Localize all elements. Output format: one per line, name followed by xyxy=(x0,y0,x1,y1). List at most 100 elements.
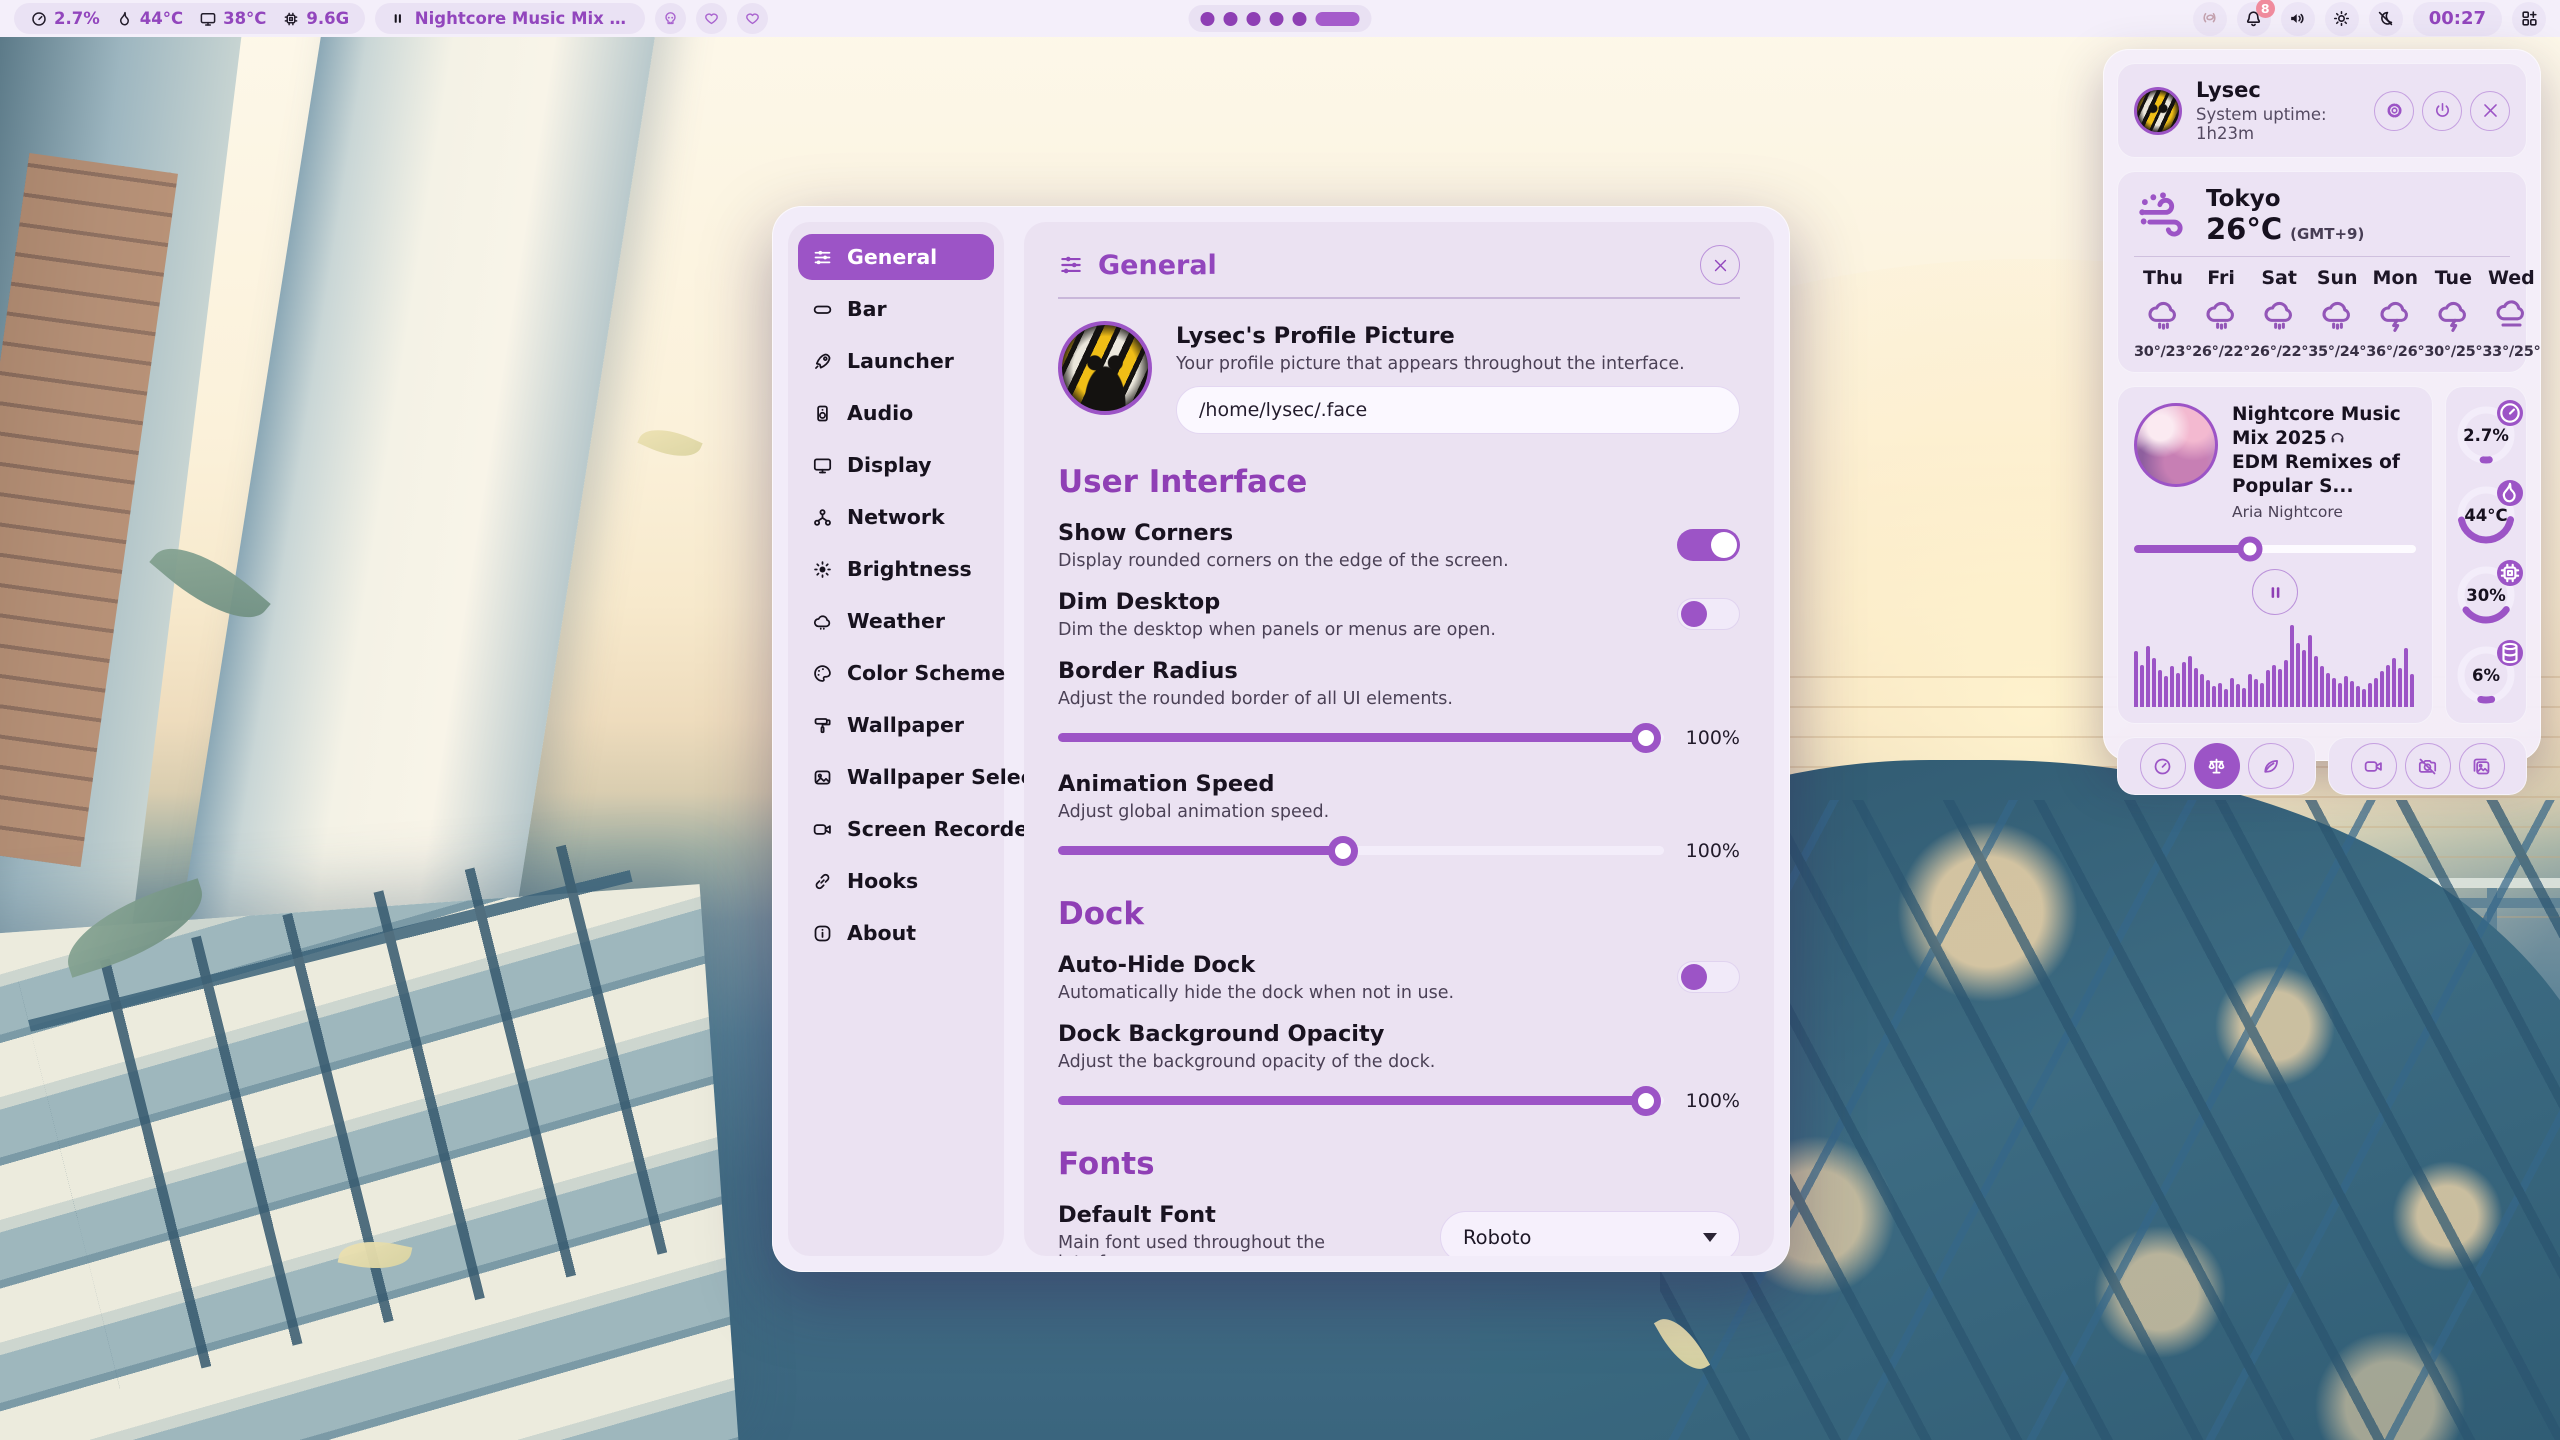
avatar[interactable] xyxy=(2134,87,2182,135)
forecast-day-label: Thu xyxy=(2143,267,2183,289)
close-button[interactable] xyxy=(1700,245,1740,285)
forecast-temps: 30°/23° xyxy=(2134,344,2192,360)
weather-forecast: Thu30°/23°Fri26°/22°Sat26°/22°Sun35°/24°… xyxy=(2134,267,2510,360)
notifications-button[interactable]: 8 xyxy=(2237,2,2271,36)
workspace-dot[interactable] xyxy=(1247,12,1261,26)
setting-text: Default FontMain font used throughout th… xyxy=(1058,1202,1440,1257)
heart-button[interactable] xyxy=(737,3,768,34)
settings-sections: User InterfaceShow CornersDisplay rounde… xyxy=(1058,464,1740,1257)
monitor-icon xyxy=(199,10,217,28)
pause-button[interactable] xyxy=(2252,569,2298,615)
sidebar-item-weather[interactable]: Weather xyxy=(798,598,994,644)
slider-knob[interactable] xyxy=(1328,836,1358,866)
viz-bar xyxy=(2230,678,2234,708)
gauge-chip: 30% xyxy=(2455,564,2517,626)
night-light-button[interactable] xyxy=(2369,2,2403,36)
forecast-temps: 30°/25° xyxy=(2424,344,2482,360)
viz-bar xyxy=(2170,666,2174,707)
profile-leaf-button[interactable] xyxy=(2248,743,2294,789)
rain-cloud-icon xyxy=(2145,298,2182,335)
system-gauges-card: 2.7%44°C30%6% xyxy=(2445,386,2527,724)
sidebar-item-color-scheme[interactable]: Color Scheme xyxy=(798,650,994,696)
sidebar-item-label: Wallpaper xyxy=(847,713,964,737)
slider-knob[interactable] xyxy=(1631,723,1661,753)
slider-row: 100% xyxy=(1058,1086,1740,1116)
weather-card: Tokyo 26°C (GMT+9) Thu30°/23°Fri26°/22°S… xyxy=(2117,171,2527,373)
album-art[interactable] xyxy=(2134,403,2218,487)
workspace-dot[interactable] xyxy=(1270,12,1284,26)
rocket-icon xyxy=(812,351,833,372)
volume-button[interactable] xyxy=(2281,2,2315,36)
camera-off-button[interactable] xyxy=(2405,743,2451,789)
workspace-dot[interactable] xyxy=(1224,12,1238,26)
slider[interactable] xyxy=(1058,733,1664,742)
slider[interactable] xyxy=(1058,846,1664,855)
gauge-database: 6% xyxy=(2455,644,2517,706)
brightness-button[interactable] xyxy=(2325,2,2359,36)
sidebar-item-label: Screen Recorder xyxy=(847,817,1038,841)
sidebar-item-wallpaper[interactable]: Wallpaper xyxy=(798,702,994,748)
storm-cloud-icon xyxy=(2377,298,2414,335)
music-player-card: Nightcore Music Mix 2025 EDM Remixes of … xyxy=(2117,386,2433,724)
setting-text: Dim DesktopDim the desktop when panels o… xyxy=(1058,589,1677,640)
setting-label: Border Radius xyxy=(1058,658,1740,684)
font-select[interactable]: Roboto xyxy=(1440,1211,1740,1256)
power-button[interactable] xyxy=(2422,91,2462,131)
section-title: Dock xyxy=(1058,896,1740,934)
sidebar-item-label: Network xyxy=(847,505,945,529)
sidebar-item-hooks[interactable]: Hooks xyxy=(798,858,994,904)
dashboard-button[interactable] xyxy=(2512,2,2546,36)
tray-app-icon[interactable] xyxy=(2193,2,2227,36)
heart-button[interactable] xyxy=(696,3,727,34)
close-button[interactable] xyxy=(2470,91,2510,131)
skull-button[interactable] xyxy=(655,3,686,34)
gallery-button[interactable] xyxy=(2459,743,2505,789)
profile-path-input[interactable] xyxy=(1176,386,1740,434)
workspace-dot[interactable] xyxy=(1201,12,1215,26)
sidebar-item-display[interactable]: Display xyxy=(798,442,994,488)
speaker-box-icon xyxy=(812,403,833,424)
toggle-off[interactable] xyxy=(1677,598,1740,630)
sidebar-item-wallpaper-selector[interactable]: Wallpaper Selector xyxy=(798,754,994,800)
sidebar-item-launcher[interactable]: Launcher xyxy=(798,338,994,384)
viz-bar xyxy=(2368,683,2372,708)
viz-bar xyxy=(2272,665,2276,708)
workspace-indicator[interactable] xyxy=(1189,5,1372,32)
heart-icon xyxy=(744,10,761,27)
sidebar-item-screen-recorder[interactable]: Screen Recorder xyxy=(798,806,994,852)
slider[interactable] xyxy=(1058,1096,1664,1105)
media-pill[interactable]: Nightcore Music Mix 20... xyxy=(375,3,645,34)
toggle-on[interactable] xyxy=(1677,529,1740,561)
rain-cloud-icon xyxy=(2261,298,2298,335)
system-stats-pill[interactable]: 2.7%44°C38°C9.6G xyxy=(14,3,365,34)
sidebar-item-about[interactable]: About xyxy=(798,910,994,956)
workspace-dot[interactable] xyxy=(1293,12,1307,26)
brightness-icon xyxy=(812,559,833,580)
seek-knob[interactable] xyxy=(2237,537,2262,562)
clock[interactable]: 00:27 xyxy=(2413,2,2502,36)
profile-scales-button[interactable] xyxy=(2194,743,2240,789)
info-icon xyxy=(812,923,833,944)
workspace-dot-active[interactable] xyxy=(1316,12,1360,26)
sidebar-item-audio[interactable]: Audio xyxy=(798,390,994,436)
track-title: Nightcore Music Mix 2025 EDM Remixes of … xyxy=(2232,403,2416,499)
paint-roller-icon xyxy=(812,715,833,736)
sidebar-item-bar[interactable]: Bar xyxy=(798,286,994,332)
seek-slider[interactable] xyxy=(2134,537,2416,561)
profile-speedometer-button[interactable] xyxy=(2140,743,2186,789)
slider-knob[interactable] xyxy=(1631,1086,1661,1116)
viz-bar xyxy=(2224,689,2228,707)
avatar[interactable] xyxy=(1058,321,1152,415)
sidebar-item-network[interactable]: Network xyxy=(798,494,994,540)
gear-button[interactable] xyxy=(2374,91,2414,131)
fog-cloud-icon xyxy=(2493,298,2530,335)
slider-fill xyxy=(1058,733,1646,742)
sidebar-item-general[interactable]: General xyxy=(798,234,994,280)
forecast-day-fri: Fri26°/22° xyxy=(2192,267,2250,360)
sidebar-item-brightness[interactable]: Brightness xyxy=(798,546,994,592)
video-button[interactable] xyxy=(2351,743,2397,789)
setting-label: Show Corners xyxy=(1058,520,1647,546)
image-icon xyxy=(812,767,833,788)
monitor-icon xyxy=(812,455,833,476)
toggle-off[interactable] xyxy=(1677,961,1740,993)
